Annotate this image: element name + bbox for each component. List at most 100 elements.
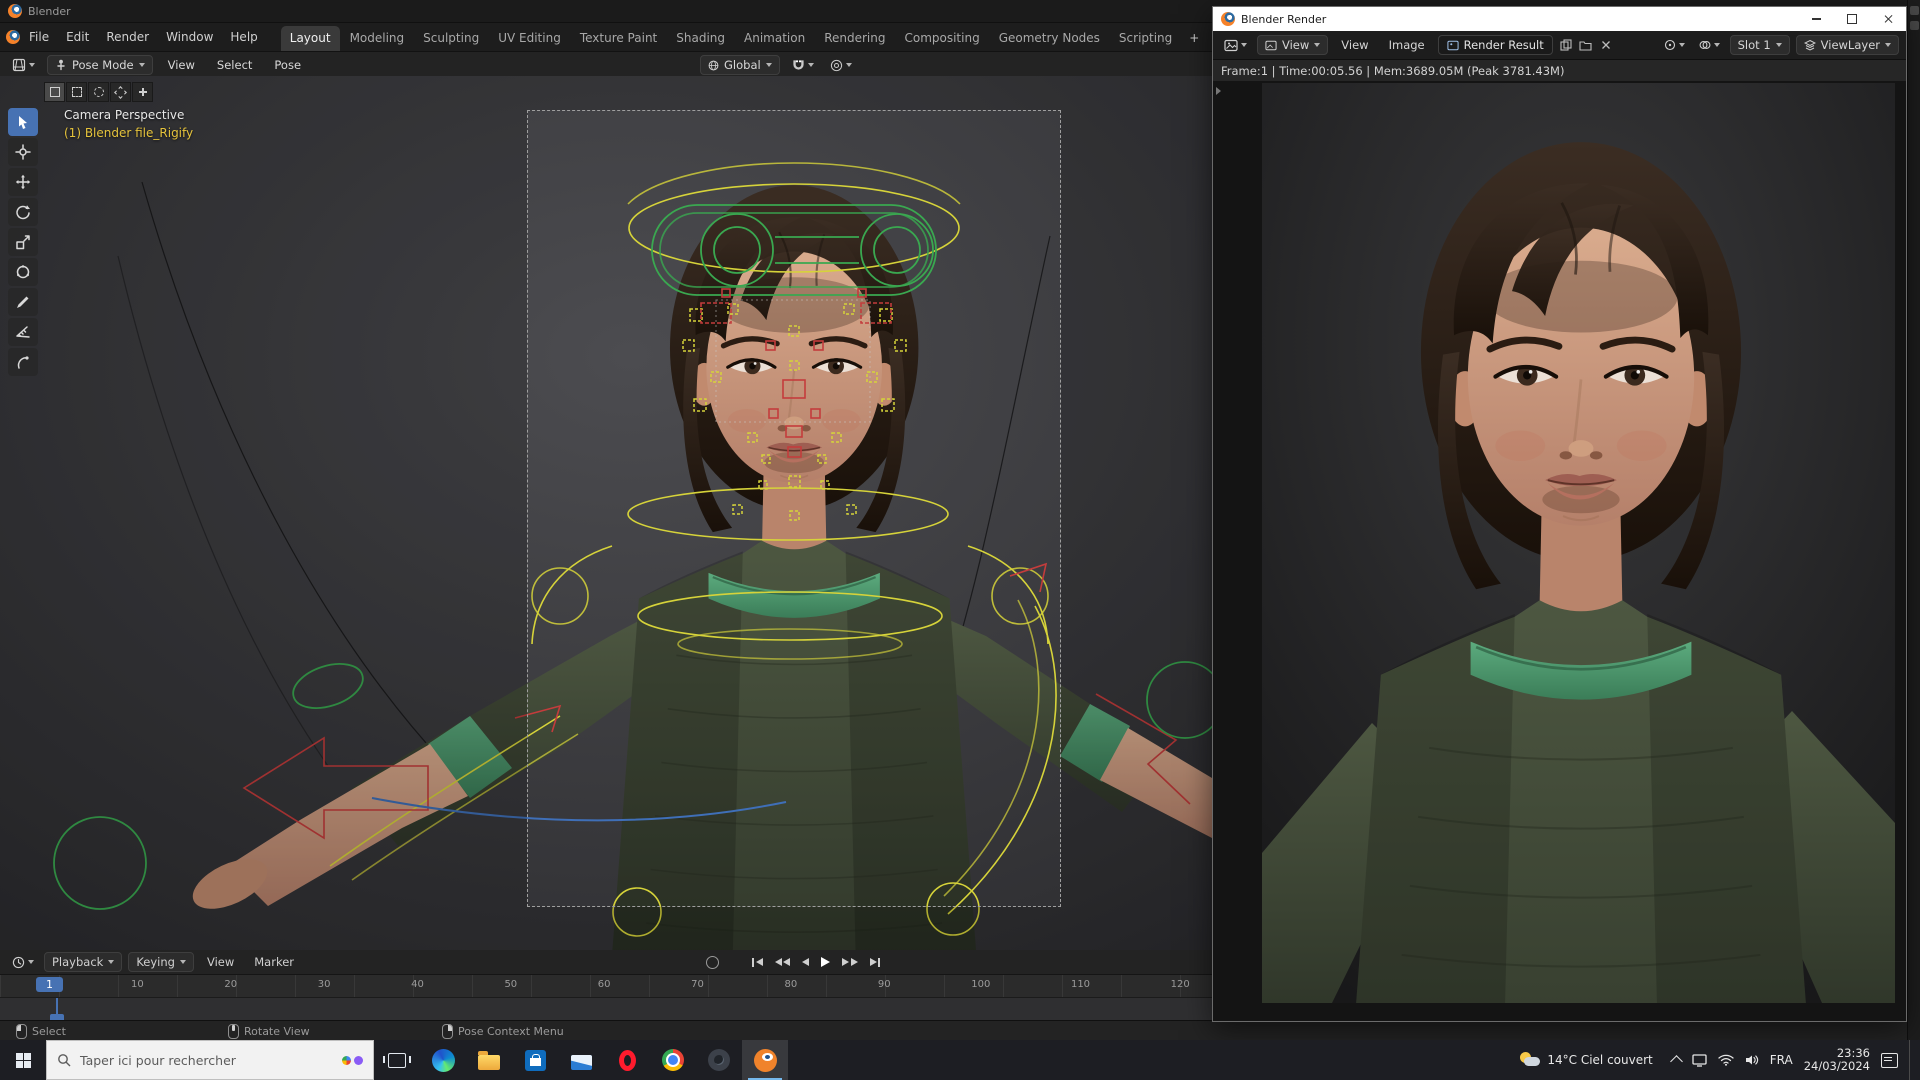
search-placeholder: Taper ici pour rechercher bbox=[80, 1052, 236, 1068]
keying-menu[interactable]: Keying bbox=[128, 952, 194, 972]
tool-transform[interactable] bbox=[8, 258, 38, 286]
timeline-menu-marker[interactable]: Marker bbox=[247, 952, 301, 972]
taskbar-app-opera[interactable] bbox=[604, 1040, 650, 1080]
taskbar-search-box[interactable]: Taper ici pour rechercher bbox=[46, 1040, 374, 1080]
tab-scripting[interactable]: Scripting bbox=[1110, 26, 1181, 51]
new-image-button[interactable] bbox=[1559, 38, 1573, 52]
overlays-dropdown[interactable] bbox=[1695, 37, 1724, 53]
open-image-button[interactable] bbox=[1579, 38, 1593, 52]
tool-annotate[interactable] bbox=[8, 288, 38, 316]
window-controls bbox=[1798, 7, 1906, 31]
image-menu-view[interactable]: View bbox=[1334, 35, 1375, 55]
expand-toolbar-arrow[interactable] bbox=[1216, 87, 1221, 95]
tool-move[interactable] bbox=[8, 168, 38, 196]
maximize-button[interactable] bbox=[1834, 7, 1870, 31]
tab-modeling[interactable]: Modeling bbox=[341, 26, 414, 51]
previous-keyframe-button[interactable] bbox=[771, 955, 795, 969]
display-mode-dropdown[interactable]: View bbox=[1257, 35, 1329, 55]
tray-overflow-chevron-icon[interactable] bbox=[1669, 1055, 1683, 1068]
taskbar-app-blender[interactable] bbox=[742, 1040, 788, 1080]
menu-help[interactable]: Help bbox=[222, 27, 265, 47]
taskbar-clock[interactable]: 23:36 24/03/2024 bbox=[1804, 1047, 1870, 1073]
menu-render[interactable]: Render bbox=[98, 27, 157, 47]
tool-scale[interactable] bbox=[8, 228, 38, 256]
tool-rotate[interactable] bbox=[8, 198, 38, 226]
play-reverse-button[interactable] bbox=[798, 955, 813, 969]
image-name: Render Result bbox=[1463, 38, 1544, 52]
menu-window[interactable]: Window bbox=[158, 27, 221, 47]
viewport-menu-view[interactable]: View bbox=[161, 55, 202, 75]
main-window-title: Blender bbox=[28, 4, 71, 18]
render-slot-dropdown[interactable]: Slot 1 bbox=[1729, 35, 1790, 55]
language-indicator[interactable]: FRA bbox=[1770, 1053, 1793, 1067]
image-editor-type-dropdown[interactable] bbox=[1220, 37, 1251, 54]
tool-select-box[interactable] bbox=[8, 108, 38, 136]
tool-measure[interactable] bbox=[8, 318, 38, 346]
task-view-button[interactable] bbox=[374, 1040, 420, 1080]
select-mode-lasso-icon[interactable] bbox=[110, 82, 131, 102]
taskbar-app-mail[interactable] bbox=[558, 1040, 604, 1080]
taskbar-weather[interactable]: 14°C Ciel couvert bbox=[1512, 1052, 1660, 1068]
select-mode-extend-icon[interactable] bbox=[132, 82, 153, 102]
menu-edit[interactable]: Edit bbox=[58, 27, 97, 47]
blender-menu-icon[interactable] bbox=[6, 30, 20, 44]
tab-animation[interactable]: Animation bbox=[735, 26, 814, 51]
viewport-menu-pose[interactable]: Pose bbox=[267, 55, 308, 75]
volume-tray-icon[interactable] bbox=[1745, 1054, 1759, 1066]
action-center-icon[interactable] bbox=[1881, 1052, 1898, 1068]
show-desktop-button[interactable] bbox=[1909, 1040, 1916, 1080]
panel-toggle-icon[interactable] bbox=[1910, 21, 1919, 30]
render-result-image[interactable] bbox=[1262, 83, 1895, 1003]
select-mode-box-icon[interactable] bbox=[66, 82, 87, 102]
tab-shading[interactable]: Shading bbox=[667, 26, 734, 51]
play-button[interactable] bbox=[817, 954, 834, 970]
panel-toggle-icon[interactable] bbox=[1910, 6, 1919, 15]
tab-compositing[interactable]: Compositing bbox=[895, 26, 988, 51]
taskbar-app-edge[interactable] bbox=[420, 1040, 466, 1080]
editor-type-dropdown[interactable] bbox=[8, 56, 39, 74]
view-layer-dropdown[interactable]: ViewLayer bbox=[1795, 35, 1899, 55]
add-workspace-button[interactable]: + bbox=[1182, 26, 1206, 51]
render-image-region[interactable] bbox=[1213, 81, 1906, 1021]
minimize-button[interactable] bbox=[1798, 7, 1834, 31]
tab-geometry-nodes[interactable]: Geometry Nodes bbox=[990, 26, 1109, 51]
snap-toggle[interactable] bbox=[788, 57, 818, 74]
tab-rendering[interactable]: Rendering bbox=[815, 26, 894, 51]
tool-breakdowner[interactable] bbox=[8, 348, 38, 376]
taskbar-app-explorer[interactable] bbox=[466, 1040, 512, 1080]
viewport-scene[interactable] bbox=[0, 76, 1212, 950]
playback-menu[interactable]: Playback bbox=[44, 952, 123, 972]
taskbar-app-store[interactable] bbox=[512, 1040, 558, 1080]
select-mode-circle-icon[interactable] bbox=[88, 82, 109, 102]
tool-cursor[interactable] bbox=[8, 138, 38, 166]
jump-to-end-button[interactable] bbox=[866, 955, 885, 970]
mode-dropdown[interactable]: Pose Mode bbox=[47, 55, 153, 75]
menu-file[interactable]: File bbox=[21, 27, 57, 47]
viewport-menu-select[interactable]: Select bbox=[210, 55, 259, 75]
proportional-editing-toggle[interactable] bbox=[826, 57, 856, 74]
display-tray-icon[interactable] bbox=[1692, 1053, 1707, 1067]
jump-to-start-button[interactable] bbox=[748, 955, 767, 970]
taskbar-app-capture[interactable] bbox=[696, 1040, 742, 1080]
select-mode-tweak-icon[interactable] bbox=[44, 82, 65, 102]
auto-keying-toggle[interactable] bbox=[706, 956, 719, 969]
next-keyframe-button[interactable] bbox=[838, 955, 862, 969]
tab-layout[interactable]: Layout bbox=[280, 26, 340, 51]
image-menu-image[interactable]: Image bbox=[1382, 35, 1432, 55]
transform-orientation-dropdown[interactable]: Global bbox=[700, 55, 780, 75]
tab-sculpting[interactable]: Sculpting bbox=[414, 26, 488, 51]
search-highlights-icon[interactable] bbox=[342, 1055, 363, 1065]
wifi-tray-icon[interactable] bbox=[1718, 1054, 1734, 1066]
timeline-menu-view[interactable]: View bbox=[200, 952, 241, 972]
gizmos-dropdown[interactable] bbox=[1660, 37, 1689, 53]
render-window-titlebar[interactable]: Blender Render bbox=[1213, 7, 1906, 31]
tab-texture-paint[interactable]: Texture Paint bbox=[571, 26, 666, 51]
image-datablock-field[interactable]: Render Result bbox=[1437, 35, 1553, 55]
close-button[interactable] bbox=[1870, 7, 1906, 31]
timeline-editor-type-dropdown[interactable] bbox=[8, 954, 38, 971]
tab-uv-editing[interactable]: UV Editing bbox=[489, 26, 570, 51]
unlink-datablock-button[interactable] bbox=[1599, 38, 1613, 52]
start-button[interactable] bbox=[0, 1040, 46, 1080]
current-frame-indicator[interactable]: 1 bbox=[36, 977, 63, 992]
taskbar-app-chrome[interactable] bbox=[650, 1040, 696, 1080]
